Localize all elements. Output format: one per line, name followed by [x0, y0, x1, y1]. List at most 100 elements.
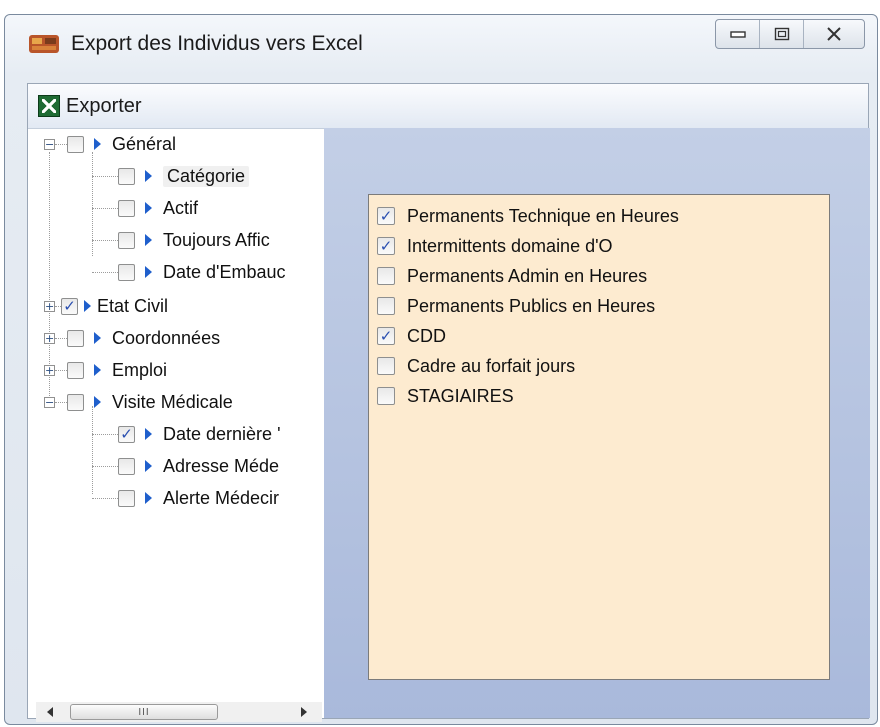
- tree-line: [55, 401, 67, 403]
- tree-line: [92, 239, 118, 241]
- arrow-left-icon: [47, 707, 53, 717]
- tree-node-general[interactable]: − Général: [44, 130, 176, 158]
- tree-checkbox-coordonnees[interactable]: [67, 329, 84, 347]
- list-item[interactable]: STAGIAIRES: [369, 381, 829, 411]
- category-checkbox[interactable]: [377, 237, 395, 255]
- tree-node-visite-medicale[interactable]: − Visite Médicale: [44, 388, 233, 416]
- tree-line: [92, 497, 118, 499]
- category-checklist[interactable]: Permanents Technique en Heures Intermitt…: [368, 194, 830, 680]
- export-button[interactable]: Exporter: [38, 92, 142, 120]
- client-area: Exporter − Général Catégorie Actif Toujo…: [27, 83, 870, 722]
- excel-icon: [38, 95, 60, 117]
- tree-line: [55, 369, 67, 371]
- tree-checkbox-toujours[interactable]: [118, 231, 135, 249]
- tree-node-adresse-medecin[interactable]: Adresse Méde: [92, 452, 279, 480]
- category-label: Permanents Publics en Heures: [407, 295, 656, 316]
- tree-node-coordonnees[interactable]: + Coordonnées: [44, 324, 220, 352]
- arrow-right-icon: [145, 428, 152, 440]
- list-item[interactable]: Cadre au forfait jours: [369, 351, 829, 381]
- scroll-thumb[interactable]: III: [70, 704, 218, 720]
- tree-line: [92, 207, 118, 209]
- tree-node-alerte-medecin[interactable]: Alerte Médecir: [92, 484, 279, 512]
- collapse-icon[interactable]: −: [44, 396, 55, 408]
- tree-checkbox-alerte-medecin[interactable]: [118, 489, 135, 507]
- tree-node-date-derniere[interactable]: Date dernière ': [92, 420, 281, 448]
- tree-line: [92, 175, 118, 177]
- tree-line: [55, 337, 67, 339]
- arrow-right-icon: [145, 234, 152, 246]
- horizontal-scrollbar[interactable]: III: [36, 702, 322, 722]
- category-label: Intermittents domaine d'O: [407, 235, 613, 256]
- category-checkbox[interactable]: [377, 297, 395, 315]
- export-window: Export des Individus vers Excel Exporter…: [4, 14, 878, 725]
- toolbar: Exporter: [28, 84, 868, 129]
- arrow-right-icon: [94, 138, 101, 150]
- expand-icon[interactable]: +: [44, 364, 55, 376]
- collapse-icon[interactable]: −: [44, 138, 55, 150]
- window-title: Export des Individus vers Excel: [71, 32, 363, 55]
- minimize-button[interactable]: [716, 20, 760, 48]
- arrow-right-icon: [94, 364, 101, 376]
- tree-node-actif[interactable]: Actif: [92, 194, 198, 222]
- tree-line: [55, 143, 67, 145]
- list-item[interactable]: CDD: [369, 321, 829, 351]
- tree-checkbox-actif[interactable]: [118, 199, 135, 217]
- tree-view[interactable]: − Général Catégorie Actif Toujours Affic…: [36, 130, 322, 712]
- tree-label-toujours: Toujours Affic: [163, 229, 270, 250]
- category-label: Cadre au forfait jours: [407, 355, 576, 376]
- category-label: Permanents Technique en Heures: [407, 205, 679, 226]
- category-label: CDD: [407, 325, 446, 346]
- tree-label-alerte-medecin: Alerte Médecir: [163, 487, 280, 508]
- arrow-right-icon: [145, 266, 152, 278]
- tree-checkbox-categorie[interactable]: [118, 167, 135, 185]
- scroll-grip: III: [138, 706, 150, 718]
- tree-label-visite-medicale: Visite Médicale: [112, 391, 233, 412]
- expand-icon[interactable]: +: [44, 332, 55, 344]
- scroll-right-button[interactable]: [294, 702, 314, 722]
- scroll-left-button[interactable]: [40, 702, 60, 722]
- tree-checkbox-adresse-medecin[interactable]: [118, 457, 135, 475]
- arrow-right-icon: [94, 332, 101, 344]
- arrow-right-icon: [84, 300, 91, 312]
- tree-checkbox-general[interactable]: [67, 135, 84, 153]
- tree-checkbox-date-embauche[interactable]: [118, 263, 135, 281]
- category-checkbox[interactable]: [377, 207, 395, 225]
- category-checkbox[interactable]: [377, 267, 395, 285]
- tree-line: [92, 465, 118, 467]
- tree-node-emploi[interactable]: + Emploi: [44, 356, 167, 384]
- tree-label-emploi: Emploi: [112, 359, 168, 380]
- arrow-right-icon: [145, 492, 152, 504]
- category-label: Permanents Admin en Heures: [407, 265, 648, 286]
- tree-node-categorie[interactable]: Catégorie: [92, 162, 250, 190]
- tree-checkbox-emploi[interactable]: [67, 361, 84, 379]
- detail-pane: Permanents Technique en Heures Intermitt…: [324, 128, 870, 718]
- category-checkbox[interactable]: [377, 387, 395, 405]
- list-item[interactable]: Permanents Technique en Heures: [369, 201, 829, 231]
- tree-checkbox-etat-civil[interactable]: [61, 297, 78, 315]
- category-checkbox[interactable]: [377, 357, 395, 375]
- list-item[interactable]: Permanents Admin en Heures: [369, 261, 829, 291]
- tree-label-coordonnees: Coordonnées: [112, 327, 221, 348]
- expand-icon[interactable]: +: [44, 300, 55, 312]
- tree-node-date-embauche[interactable]: Date d'Embauc: [92, 258, 286, 286]
- tree-line: [92, 433, 118, 435]
- tree-label-adresse-medecin: Adresse Méde: [163, 455, 280, 476]
- tree-checkbox-date-derniere[interactable]: [118, 425, 135, 443]
- tree-label-general: Général: [112, 133, 177, 154]
- title-bar[interactable]: Export des Individus vers Excel: [5, 15, 877, 73]
- tree-label-etat-civil: Etat Civil: [97, 295, 169, 316]
- tree-node-toujours[interactable]: Toujours Affic: [92, 226, 270, 254]
- category-checkbox[interactable]: [377, 327, 395, 345]
- export-label: Exporter: [66, 94, 142, 117]
- tree-label-date-derniere: Date dernière ': [163, 423, 281, 444]
- arrow-right-icon: [145, 460, 152, 472]
- category-label: STAGIAIRES: [407, 385, 514, 406]
- arrow-right-icon: [145, 170, 152, 182]
- maximize-button[interactable]: [760, 20, 804, 48]
- tree-label-actif: Actif: [163, 197, 199, 218]
- list-item[interactable]: Intermittents domaine d'O: [369, 231, 829, 261]
- list-item[interactable]: Permanents Publics en Heures: [369, 291, 829, 321]
- tree-node-etat-civil[interactable]: + Etat Civil: [44, 292, 168, 320]
- tree-checkbox-visite-medicale[interactable]: [67, 393, 84, 411]
- close-button[interactable]: [804, 20, 864, 48]
